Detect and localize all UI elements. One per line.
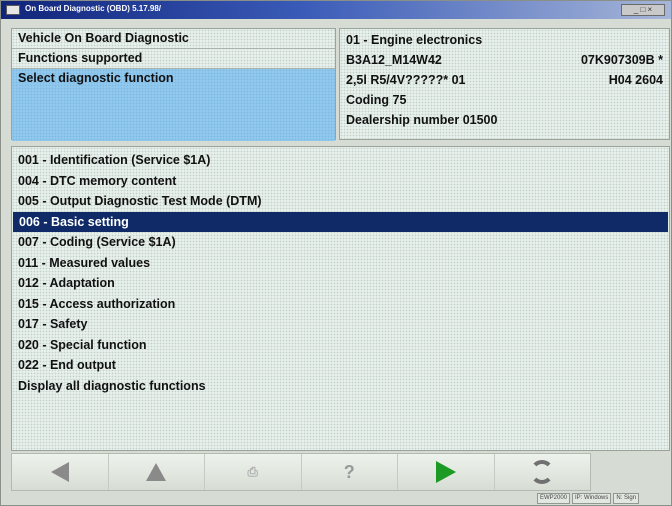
status-cell-ip: IP: Windows (572, 493, 612, 504)
function-item-007[interactable]: 007 - Coding (Service $1A) (12, 232, 669, 253)
function-item-017[interactable]: 017 - Safety (12, 314, 669, 335)
header-row-functions: Functions supported (12, 49, 335, 69)
play-button[interactable] (398, 454, 495, 490)
diagnostic-window: On Board Diagnostic (OBD) 5.17.98/ _ □ ×… (0, 0, 672, 506)
help-icon: ? (343, 461, 355, 482)
function-item-display-all[interactable]: Display all diagnostic functions (12, 376, 669, 397)
refresh-icon (530, 460, 555, 484)
window-title: On Board Diagnostic (OBD) 5.17.98/ (25, 4, 162, 13)
function-item-011[interactable]: 011 - Measured values (12, 253, 669, 274)
up-button[interactable] (109, 454, 205, 490)
print-icon: ⎙ (247, 464, 258, 479)
window-controls[interactable]: _ □ × (621, 4, 665, 16)
header-row-vehicle: Vehicle On Board Diagnostic (12, 29, 335, 49)
help-button[interactable]: ? (302, 454, 398, 490)
print-button[interactable]: ⎙ (205, 454, 302, 490)
coding-value: Coding 75 (346, 93, 407, 107)
status-bar: EWP2000 IP: Windows N: Sign (537, 493, 640, 504)
engine-description: 2,5l R5/4V?????* 01 (346, 73, 466, 87)
function-item-020[interactable]: 020 - Special function (12, 335, 669, 356)
function-item-004[interactable]: 004 - DTC memory content (12, 171, 669, 192)
module-name: 01 - Engine electronics (346, 33, 483, 47)
play-icon (435, 461, 456, 483)
navigation-toolbar: ⎙ ? (11, 453, 591, 491)
part-code: B3A12_M14W42 (346, 53, 442, 67)
function-item-005[interactable]: 005 - Output Diagnostic Test Mode (DTM) (12, 191, 669, 212)
function-list[interactable]: 001 - Identification (Service $1A) 004 -… (11, 146, 670, 451)
function-item-006-selected[interactable]: 006 - Basic setting (13, 211, 668, 232)
function-item-022[interactable]: 022 - End output (12, 355, 669, 376)
header-row-select-function: Select diagnostic function (12, 69, 335, 141)
dealership-number: Dealership number 01500 (346, 113, 498, 127)
function-header-panel: Vehicle On Board Diagnostic Functions su… (11, 28, 336, 141)
refresh-button[interactable] (495, 454, 591, 490)
status-cell-sign: N: Sign (613, 493, 640, 504)
function-item-001[interactable]: 001 - Identification (Service $1A) (12, 150, 669, 171)
software-version: H04 2604 (608, 73, 663, 87)
function-item-015[interactable]: 015 - Access authorization (12, 294, 669, 315)
back-button[interactable] (12, 454, 109, 490)
function-item-012[interactable]: 012 - Adaptation (12, 273, 669, 294)
part-number: 07K907309B * (580, 53, 663, 67)
module-info-panel: 01 - Engine electronics B3A12_M14W42 07K… (339, 28, 670, 140)
app-icon (6, 5, 20, 15)
status-cell-system: EWP2000 (537, 493, 571, 504)
arrow-left-icon (50, 462, 69, 482)
title-bar[interactable]: On Board Diagnostic (OBD) 5.17.98/ _ □ × (1, 1, 671, 19)
arrow-up-icon (146, 463, 167, 481)
